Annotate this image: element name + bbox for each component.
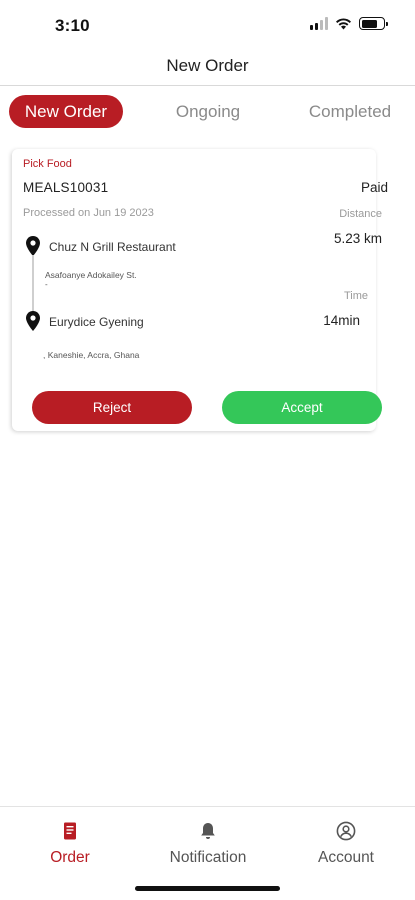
order-card[interactable]: Pick Food MEALS10031 Paid Processed on J… — [12, 149, 388, 431]
nav-label-order: Order — [50, 849, 90, 866]
account-icon — [336, 821, 356, 841]
dropoff-name: Eurydice Gyening — [49, 315, 144, 329]
order-category: Pick Food — [23, 158, 72, 170]
pickup-address-line2: - — [45, 280, 48, 289]
pickup-location-pin-icon — [26, 236, 40, 256]
nav-label-account: Account — [317, 849, 374, 866]
tab-completed[interactable]: Completed — [300, 95, 400, 128]
status-time: 3:10 — [55, 16, 90, 35]
distance-label: Distance — [339, 208, 382, 220]
nav-label-notification: Notification — [169, 849, 247, 866]
status-bar: 3:10 — [0, 0, 415, 48]
tab-new-order[interactable]: New Order — [9, 95, 123, 128]
payment-status: Paid — [360, 180, 388, 195]
status-icons — [310, 17, 388, 30]
wifi-icon — [336, 18, 351, 30]
dropoff-address: , Kaneshie, Accra, Ghana — [43, 350, 140, 360]
home-indicator — [135, 886, 280, 891]
page-title: New Order — [166, 56, 249, 75]
time-label: Time — [343, 290, 368, 302]
nav-item-order[interactable]: Order — [40, 821, 100, 867]
order-id: MEALS10031 — [23, 180, 109, 195]
time-value: 14min — [323, 313, 360, 328]
accept-button[interactable]: Accept — [222, 391, 382, 424]
order-icon — [64, 822, 76, 840]
dropoff-location-pin-icon — [26, 311, 40, 331]
processed-date: Processed on Jun 19 2023 — [23, 207, 154, 219]
nav-item-notification[interactable]: Notification — [155, 821, 261, 867]
pickup-name: Chuz N Grill Restaurant — [49, 240, 176, 254]
top-header: New Order — [0, 48, 415, 86]
reject-button[interactable]: Reject — [32, 391, 192, 424]
route-line — [32, 255, 34, 312]
cellular-signal-icon — [310, 17, 328, 30]
bell-icon — [201, 823, 215, 839]
order-status-tabs: New Order Ongoing Completed — [0, 95, 415, 129]
tab-ongoing[interactable]: Ongoing — [168, 95, 248, 128]
battery-icon — [359, 17, 388, 30]
nav-item-account[interactable]: Account — [308, 821, 384, 867]
distance-value: 5.23 km — [333, 231, 382, 246]
pickup-address: Asafoanye Adokailey St. — [45, 270, 137, 280]
